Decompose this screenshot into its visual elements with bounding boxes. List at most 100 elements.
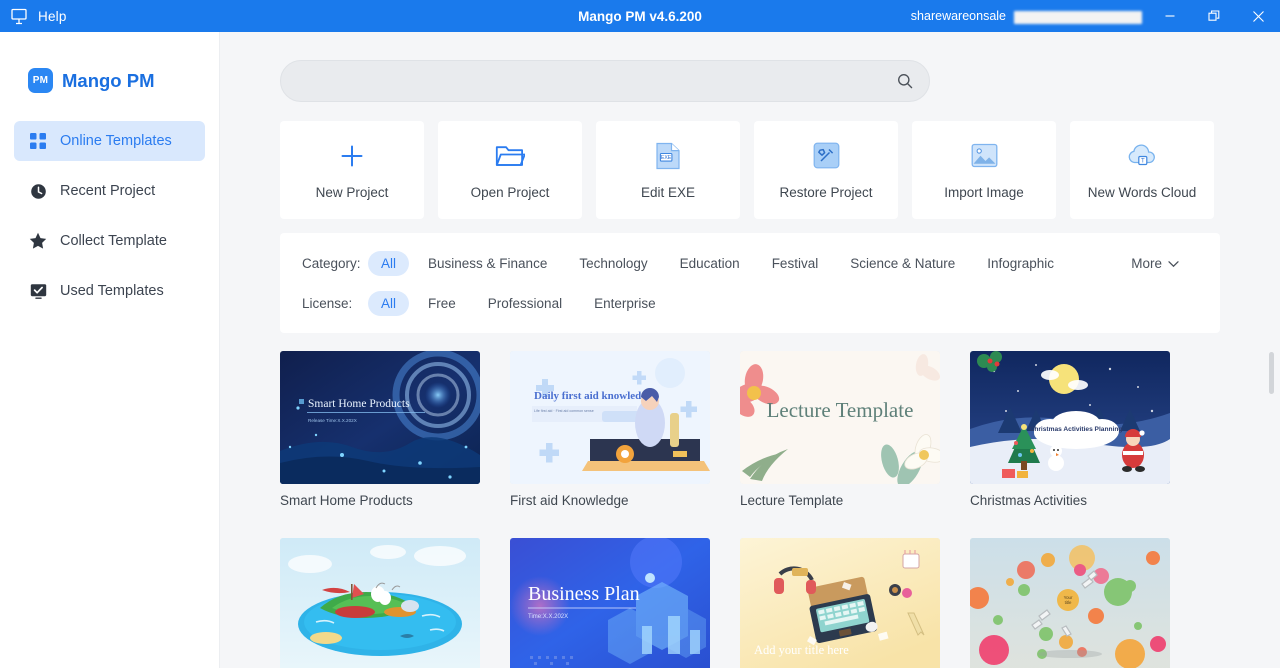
island-thumb bbox=[280, 538, 480, 668]
template-card[interactable] bbox=[280, 538, 480, 668]
thumb-title: Add your title here bbox=[754, 643, 849, 657]
template-label: First aid Knowledge bbox=[510, 493, 629, 508]
template-card[interactable]: Your title bbox=[970, 538, 1170, 668]
new-project-button[interactable]: New Project bbox=[280, 121, 424, 219]
check-monitor-icon bbox=[29, 282, 47, 300]
cloud-text-icon: T bbox=[1126, 141, 1158, 171]
license-label: License: bbox=[302, 295, 353, 311]
filter-panel: Category: All Business & Finance Technol… bbox=[280, 233, 1220, 333]
search-input[interactable] bbox=[301, 73, 897, 89]
smart-home-thumb: Smart Home Products Release Time:X.X.202… bbox=[280, 351, 480, 484]
category-chip-science-nature[interactable]: Science & Nature bbox=[837, 251, 968, 276]
template-thumbnail[interactable] bbox=[280, 538, 480, 668]
image-icon bbox=[971, 141, 998, 171]
minimize-button[interactable] bbox=[1148, 0, 1192, 32]
plus-icon bbox=[339, 141, 365, 171]
sidebar-nav: Online Templates Recent Project Collect … bbox=[0, 121, 219, 311]
template-label: Christmas Activities bbox=[970, 493, 1088, 508]
category-chip-business-finance[interactable]: Business & Finance bbox=[415, 251, 560, 276]
sidebar-item-recent-project[interactable]: Recent Project bbox=[14, 171, 205, 211]
template-card[interactable]: Smart Home Products Release Time:X.X.202… bbox=[280, 351, 480, 508]
star-icon bbox=[29, 232, 47, 250]
new-words-cloud-button[interactable]: T New Words Cloud bbox=[1070, 121, 1214, 219]
bubbles-thumb: Your title bbox=[970, 538, 1170, 668]
import-image-button[interactable]: Import Image bbox=[912, 121, 1056, 219]
thumb-title: Lecture Template bbox=[767, 398, 914, 422]
desk-title-thumb: Add your title here bbox=[740, 538, 940, 668]
template-card[interactable]: Business Plan Time:X.X.202X bbox=[510, 538, 710, 668]
close-button[interactable] bbox=[1236, 0, 1280, 32]
sidebar: PM Mango PM Online Templates Recent Proj… bbox=[0, 32, 220, 668]
category-label: Category: bbox=[302, 255, 361, 271]
more-label: More bbox=[1131, 255, 1162, 271]
template-thumbnail[interactable]: Smart Home Products Release Time:X.X.202… bbox=[280, 351, 480, 484]
sidebar-item-label: Collect Template bbox=[60, 233, 167, 249]
thumb-subtitle: Life first aid · First aid common sense bbox=[534, 409, 594, 413]
svg-text:title: title bbox=[1065, 600, 1072, 605]
category-chip-education[interactable]: Education bbox=[667, 251, 753, 276]
chevron-down-icon bbox=[1168, 256, 1179, 271]
category-chip-technology[interactable]: Technology bbox=[566, 251, 660, 276]
search-icon[interactable] bbox=[897, 73, 913, 89]
help-menu[interactable]: Help bbox=[38, 9, 67, 24]
template-thumbnail[interactable]: Business Plan Time:X.X.202X bbox=[510, 538, 710, 668]
template-card[interactable]: Lecture Template Lecture Template bbox=[740, 351, 940, 508]
lecture-thumb: Lecture Template bbox=[740, 351, 940, 484]
thumb-title: Daily first aid knowledge bbox=[534, 390, 652, 402]
thumb-subtitle: Release Time:X.X.202X bbox=[308, 418, 357, 423]
vertical-scrollbar[interactable] bbox=[1269, 352, 1274, 646]
category-chip-all[interactable]: All bbox=[368, 250, 410, 276]
license-chip-enterprise[interactable]: Enterprise bbox=[581, 291, 669, 316]
license-filter-row: License: All Free Professional Enterpris… bbox=[302, 287, 1198, 319]
title-bar: Help Mango PM v4.6.200 sharewareonsale bbox=[0, 0, 1280, 32]
sidebar-item-label: Used Templates bbox=[60, 283, 164, 299]
action-tiles: New Project Open Project EXE Edit EXE Re… bbox=[220, 102, 1280, 219]
clock-icon bbox=[29, 182, 47, 200]
brand-badge: PM bbox=[28, 68, 53, 93]
template-card[interactable]: Daily first aid knowledge Life first aid… bbox=[510, 351, 710, 508]
sidebar-item-collect-template[interactable]: Collect Template bbox=[14, 221, 205, 261]
license-chip-all[interactable]: All bbox=[368, 290, 410, 316]
category-chip-infographic[interactable]: Infographic bbox=[974, 251, 1067, 276]
template-card[interactable]: Christmas Activities Planning Christmas … bbox=[970, 351, 1170, 508]
template-thumbnail[interactable]: Your title bbox=[970, 538, 1170, 668]
brand: PM Mango PM bbox=[0, 32, 219, 93]
account-name[interactable]: sharewareonsale bbox=[910, 9, 1142, 24]
template-thumbnail[interactable]: Lecture Template bbox=[740, 351, 940, 484]
restore-button[interactable] bbox=[1192, 0, 1236, 32]
sidebar-item-online-templates[interactable]: Online Templates bbox=[14, 121, 205, 161]
category-chip-festival[interactable]: Festival bbox=[759, 251, 832, 276]
template-thumbnail[interactable]: Add your title here bbox=[740, 538, 940, 668]
exe-file-icon: EXE bbox=[655, 141, 681, 171]
tile-label: Open Project bbox=[470, 184, 550, 200]
tools-icon bbox=[813, 141, 840, 171]
template-card[interactable]: Add your title here bbox=[740, 538, 940, 668]
edit-exe-button[interactable]: EXE Edit EXE bbox=[596, 121, 740, 219]
license-chip-professional[interactable]: Professional bbox=[475, 291, 575, 316]
christmas-thumb: Christmas Activities Planning bbox=[970, 351, 1170, 484]
main-content: New Project Open Project EXE Edit EXE Re… bbox=[220, 32, 1280, 668]
sidebar-item-label: Recent Project bbox=[60, 183, 156, 199]
open-project-button[interactable]: Open Project bbox=[438, 121, 582, 219]
search-area bbox=[220, 32, 1280, 102]
restore-project-button[interactable]: Restore Project bbox=[754, 121, 898, 219]
brand-name: Mango PM bbox=[62, 69, 155, 91]
template-grid: Smart Home Products Release Time:X.X.202… bbox=[280, 351, 1240, 668]
tile-label: New Project bbox=[315, 184, 389, 200]
title-bar-right: sharewareonsale bbox=[911, 0, 1280, 32]
template-label: Lecture Template bbox=[740, 493, 844, 508]
folder-icon bbox=[495, 141, 525, 171]
thumb-title: Smart Home Products bbox=[308, 398, 410, 410]
more-categories-button[interactable]: More bbox=[1118, 251, 1192, 276]
template-thumbnail[interactable]: Daily first aid knowledge Life first aid… bbox=[510, 351, 710, 484]
license-chip-free[interactable]: Free bbox=[415, 291, 469, 316]
account-name-text: sharewareonsale bbox=[910, 9, 1006, 23]
svg-text:T: T bbox=[1141, 158, 1145, 164]
category-filter-row: Category: All Business & Finance Technol… bbox=[302, 247, 1198, 279]
template-thumbnail[interactable]: Christmas Activities Planning bbox=[970, 351, 1170, 484]
sidebar-item-used-templates[interactable]: Used Templates bbox=[14, 271, 205, 311]
thumb-title: Christmas Activities Planning bbox=[1030, 426, 1123, 433]
search-box[interactable] bbox=[280, 60, 930, 102]
scrollbar-thumb[interactable] bbox=[1269, 352, 1274, 394]
tile-label: Edit EXE bbox=[640, 184, 696, 200]
